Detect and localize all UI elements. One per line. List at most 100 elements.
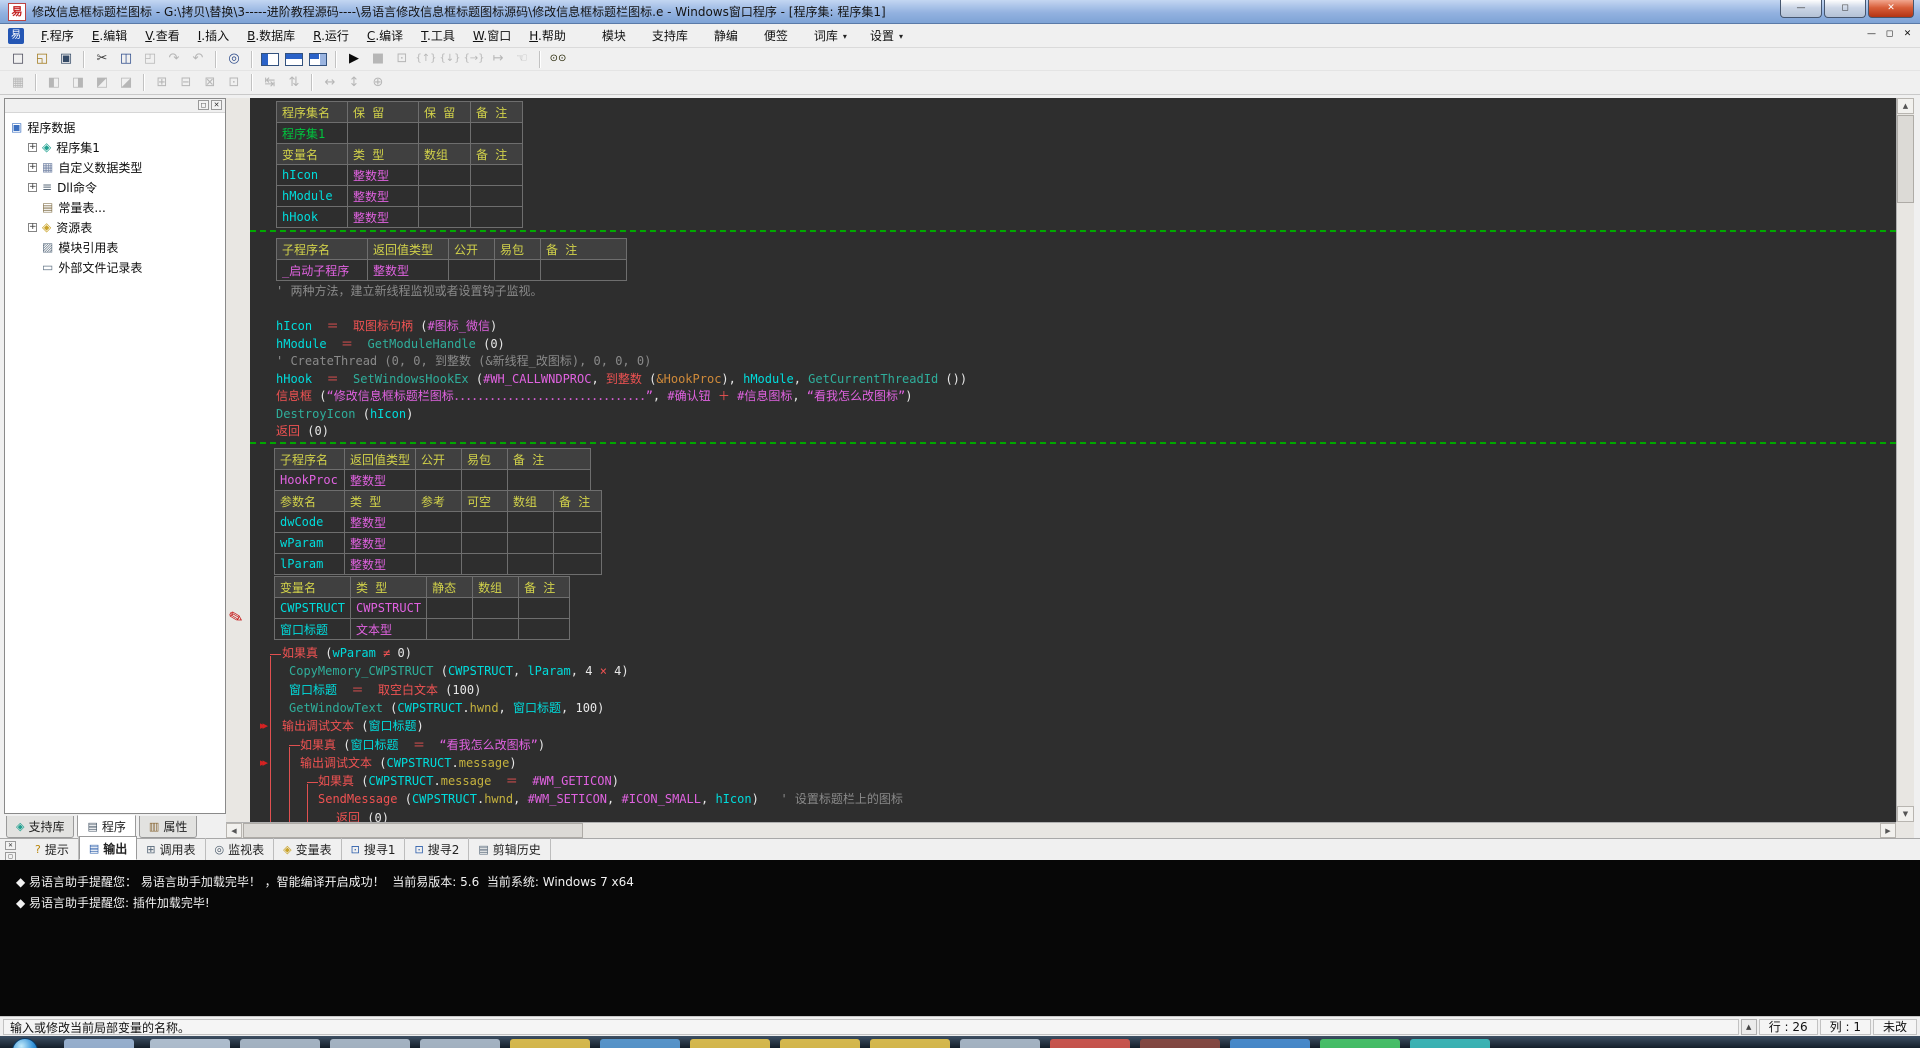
toolbar-stop[interactable]: ■ [367, 49, 389, 69]
table-header-cell[interactable]: 返回值类型 [343, 448, 417, 470]
plugin-menu-1[interactable]: 支持库 [639, 24, 701, 47]
table-cell[interactable]: wParam [274, 532, 345, 554]
table-header-cell[interactable]: 数组 [418, 143, 471, 165]
toolbar-open-file[interactable]: ◱ [31, 49, 53, 69]
output-tab-5[interactable]: ⊡ 搜寻1 [342, 838, 406, 860]
table-cell[interactable] [415, 469, 463, 491]
table-cell[interactable] [494, 259, 541, 281]
toolbar-cut[interactable]: ✂ [91, 49, 113, 69]
table-cell[interactable] [470, 206, 523, 228]
dropdown-arrow-icon[interactable]: ▾ [843, 32, 847, 41]
plugin-menu-3[interactable]: 便签 [751, 24, 801, 47]
output-tab-2[interactable]: ⊞ 调用表 [137, 838, 206, 860]
table-cell[interactable] [470, 122, 523, 144]
output-tab-6[interactable]: ⊡ 搜寻2 [405, 838, 470, 860]
table-header-cell[interactable]: 返回值类型 [367, 238, 449, 260]
code-line[interactable]: CopyMemory_CWPSTRUCT (CWPSTRUCT, lParam,… [289, 663, 629, 679]
table-cell[interactable] [415, 532, 462, 554]
table-cell[interactable]: dwCode [274, 511, 345, 533]
toolbar-same-width[interactable]: ⊠ [199, 73, 221, 93]
table-cell[interactable]: 整数型 [367, 259, 449, 281]
breakpoint-marker-icon[interactable]: ▸▸ [260, 719, 268, 732]
output-tab-1[interactable]: ▤ 输出 [78, 836, 138, 860]
table-cell[interactable]: 整数型 [344, 553, 416, 575]
taskbar-item-6[interactable] [600, 1039, 680, 1048]
taskbar-item-4[interactable] [420, 1039, 500, 1048]
table-cell[interactable]: hHook [276, 206, 348, 228]
toolbar-step-into[interactable]: {↑} [415, 49, 437, 69]
output-close-button[interactable]: ✕ [5, 841, 16, 850]
table-cell[interactable]: 整数型 [347, 206, 419, 228]
table-cell[interactable] [507, 532, 554, 554]
output-tab-3[interactable]: ◎ 监视表 [206, 838, 275, 860]
menu-item-t[interactable]: T.工具 [412, 24, 464, 47]
output-console[interactable]: ◆ 易语言助手提醒您： 易语言助手加载完毕！ ，智能编译开启成功！ 当前易版本:… [0, 860, 1920, 1016]
dropdown-arrow-icon[interactable]: ▾ [899, 32, 903, 41]
toolbar-center-vertical[interactable]: ⊟ [175, 73, 197, 93]
expand-icon[interactable]: + [28, 222, 37, 232]
minimize-button[interactable]: — [1780, 0, 1822, 18]
scroll-right-button[interactable]: ▶ [1880, 823, 1896, 838]
table-cell[interactable]: lParam [274, 553, 345, 575]
toolbar-debug-break[interactable]: ⊡ [391, 49, 413, 69]
table-header-cell[interactable]: 易包 [494, 238, 541, 260]
code-line[interactable]: 如果真 (CWPSTRUCT.message ＝ #WM_GETICON) [318, 773, 619, 789]
toolbar-find[interactable]: ◎ [223, 49, 245, 69]
toolbar-size-both[interactable]: ⊕ [367, 73, 389, 93]
table-cell[interactable] [553, 511, 602, 533]
panel-float-button[interactable]: ◻ [198, 100, 209, 110]
table-cell[interactable] [553, 532, 602, 554]
code-line[interactable]: 信息框 (“修改信息框标题栏图标．．．．．．．．．．．．．．．．．．．．．．．．… [276, 388, 912, 404]
table-cell[interactable] [553, 553, 602, 575]
tree-item-1[interactable]: + ◈ 程序集1 [5, 137, 225, 157]
table-cell[interactable]: CWPSTRUCT [273, 597, 352, 619]
table-header-cell[interactable]: 参数名 [274, 490, 345, 512]
toolbar-save[interactable]: ▣ [55, 49, 77, 69]
table-cell[interactable]: hModule [276, 185, 348, 207]
taskbar-item-15[interactable] [1410, 1039, 1490, 1048]
toolbar-paste[interactable]: ◰ [139, 49, 161, 69]
toolbar-align-right[interactable]: ◨ [67, 73, 89, 93]
toolbar-redo[interactable]: ↷ [163, 49, 185, 69]
code-line[interactable]: DestroyIcon (hIcon) [276, 406, 413, 422]
table-cell[interactable] [461, 511, 508, 533]
toolbar-layout-left[interactable] [261, 52, 279, 66]
table-header-cell[interactable]: 备 注 [518, 576, 571, 598]
vertical-scroll-thumb[interactable] [1897, 115, 1914, 203]
toolbar-form-grid[interactable]: ▦ [7, 73, 29, 93]
table-cell[interactable] [470, 164, 523, 186]
toolbar-align-bottom[interactable]: ◪ [115, 73, 137, 93]
taskbar-item-10[interactable] [960, 1039, 1040, 1048]
toolbar-hand-pause[interactable]: ☜ [511, 49, 533, 69]
menu-item-h[interactable]: H.帮助 [520, 24, 575, 47]
code-line[interactable]: hModule ＝ GetModuleHandle (0) [276, 336, 505, 352]
table-cell[interactable] [540, 259, 627, 281]
toolbar-find-command[interactable]: ⊙⊙ [547, 49, 569, 69]
plugin-menu-2[interactable]: 静编 [701, 24, 751, 47]
code-line[interactable]: hHook ＝ SetWindowsHookEx (#WH_CALLWNDPRO… [276, 371, 967, 387]
restore-button[interactable]: ◻ [1824, 0, 1866, 18]
code-line[interactable]: 返回 (0) [336, 810, 389, 822]
table-header-cell[interactable]: 类 型 [350, 576, 428, 598]
panel-tab-2[interactable]: ▥ 属性 [138, 816, 198, 838]
code-line[interactable]: 如果真 (窗口标题 ＝ “看我怎么改图标”) [300, 737, 545, 753]
toolbar-run[interactable]: ▶ [343, 49, 365, 69]
table-cell[interactable]: HookProc [274, 469, 345, 491]
status-up-button[interactable]: ▲ [1740, 1018, 1757, 1035]
panel-tab-0[interactable]: ◈ 支持库 [6, 816, 75, 838]
menu-item-b[interactable]: B.数据库 [238, 24, 304, 47]
table-header-cell[interactable]: 程序集名 [276, 101, 348, 123]
code-line[interactable]: 返回 (0) [276, 423, 329, 439]
code-line[interactable]: 如果真 (wParam ≠ 0) [282, 645, 412, 661]
code-editor[interactable]: 程序集名保 留保 留备 注程序集1 变量名类 型数组备 注 hIcon 整数型 hMod… [250, 98, 1896, 822]
taskbar-item-7[interactable] [690, 1039, 770, 1048]
table-header-cell[interactable]: 备 注 [507, 448, 592, 470]
panel-close-button[interactable]: ✕ [211, 100, 222, 110]
toolbar-align-left[interactable]: ◧ [43, 73, 65, 93]
tree-item-7[interactable]: ▭ 外部文件记录表 [5, 257, 225, 277]
table-cell[interactable] [507, 469, 592, 491]
table-cell[interactable] [461, 532, 508, 554]
toolbar-step-out[interactable]: {→} [463, 49, 485, 69]
mdi-close-button[interactable]: ✕ [1900, 27, 1915, 42]
tree-item-3[interactable]: + ≡ Dll命令 [5, 177, 225, 197]
